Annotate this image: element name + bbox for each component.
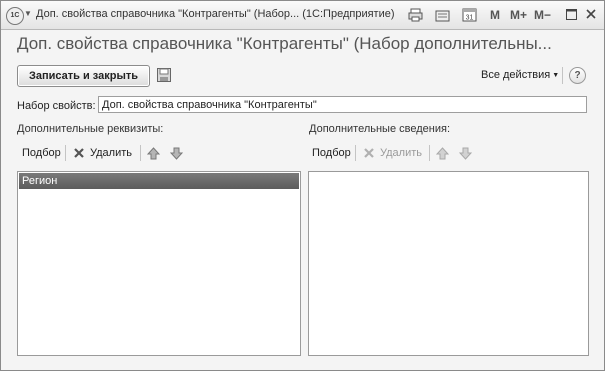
move-down-icon[interactable]: [458, 147, 473, 163]
additional-info-list[interactable]: [308, 171, 589, 356]
toolbar-separator: [140, 145, 141, 161]
all-actions-label: Все действия: [481, 69, 551, 81]
property-set-label: Набор свойств:: [17, 100, 96, 112]
left-pick-button[interactable]: Подбор: [22, 147, 61, 159]
all-actions-menu[interactable]: Все действия ▼: [481, 69, 559, 81]
window-title: Доп. свойства справочника "Контрагенты" …: [36, 8, 395, 20]
calendar-icon[interactable]: 31: [460, 6, 478, 23]
save-and-close-button[interactable]: Записать и закрыть: [17, 65, 150, 87]
additional-info-label: Дополнительные сведения:: [309, 123, 450, 135]
toolbar-separator: [429, 145, 430, 161]
maximize-icon[interactable]: [563, 6, 579, 22]
additional-attributes-label: Дополнительные реквизиты:: [17, 123, 164, 135]
calendar-day: 31: [465, 15, 473, 22]
left-delete-button[interactable]: Удалить: [90, 147, 132, 159]
save-icon[interactable]: [157, 68, 171, 85]
memory-plus-button[interactable]: M+: [510, 8, 527, 22]
open-icon[interactable]: [433, 6, 451, 23]
move-up-icon[interactable]: [435, 147, 450, 163]
form-window: 1C ▼ Доп. свойства справочника "Контраге…: [0, 0, 605, 371]
toolbar-separator: [562, 67, 563, 84]
right-delete-button[interactable]: Удалить: [380, 147, 422, 159]
additional-attributes-list[interactable]: Регион: [17, 171, 301, 356]
move-down-icon[interactable]: [169, 147, 184, 163]
chevron-down-icon: ▼: [552, 72, 560, 79]
delete-icon[interactable]: [363, 147, 375, 162]
property-set-field[interactable]: Доп. свойства справочника "Контрагенты": [98, 96, 587, 113]
form-header: Доп. свойства справочника "Контрагенты" …: [17, 34, 552, 53]
print-icon[interactable]: [406, 6, 424, 23]
delete-icon[interactable]: [73, 147, 85, 162]
help-button[interactable]: ?: [569, 67, 586, 84]
right-pick-button[interactable]: Подбор: [312, 147, 351, 159]
list-item[interactable]: Регион: [19, 173, 299, 189]
memory-minus-button[interactable]: M−: [534, 8, 551, 22]
window-menu-arrow-icon[interactable]: ▼: [24, 9, 32, 18]
title-bar: 1C ▼ Доп. свойства справочника "Контраге…: [1, 1, 604, 30]
close-icon[interactable]: [583, 6, 599, 22]
memory-button[interactable]: M: [490, 8, 500, 22]
move-up-icon[interactable]: [146, 147, 161, 163]
toolbar-separator: [355, 145, 356, 161]
app-logo-icon[interactable]: 1C: [6, 7, 24, 25]
toolbar-separator: [65, 145, 66, 161]
